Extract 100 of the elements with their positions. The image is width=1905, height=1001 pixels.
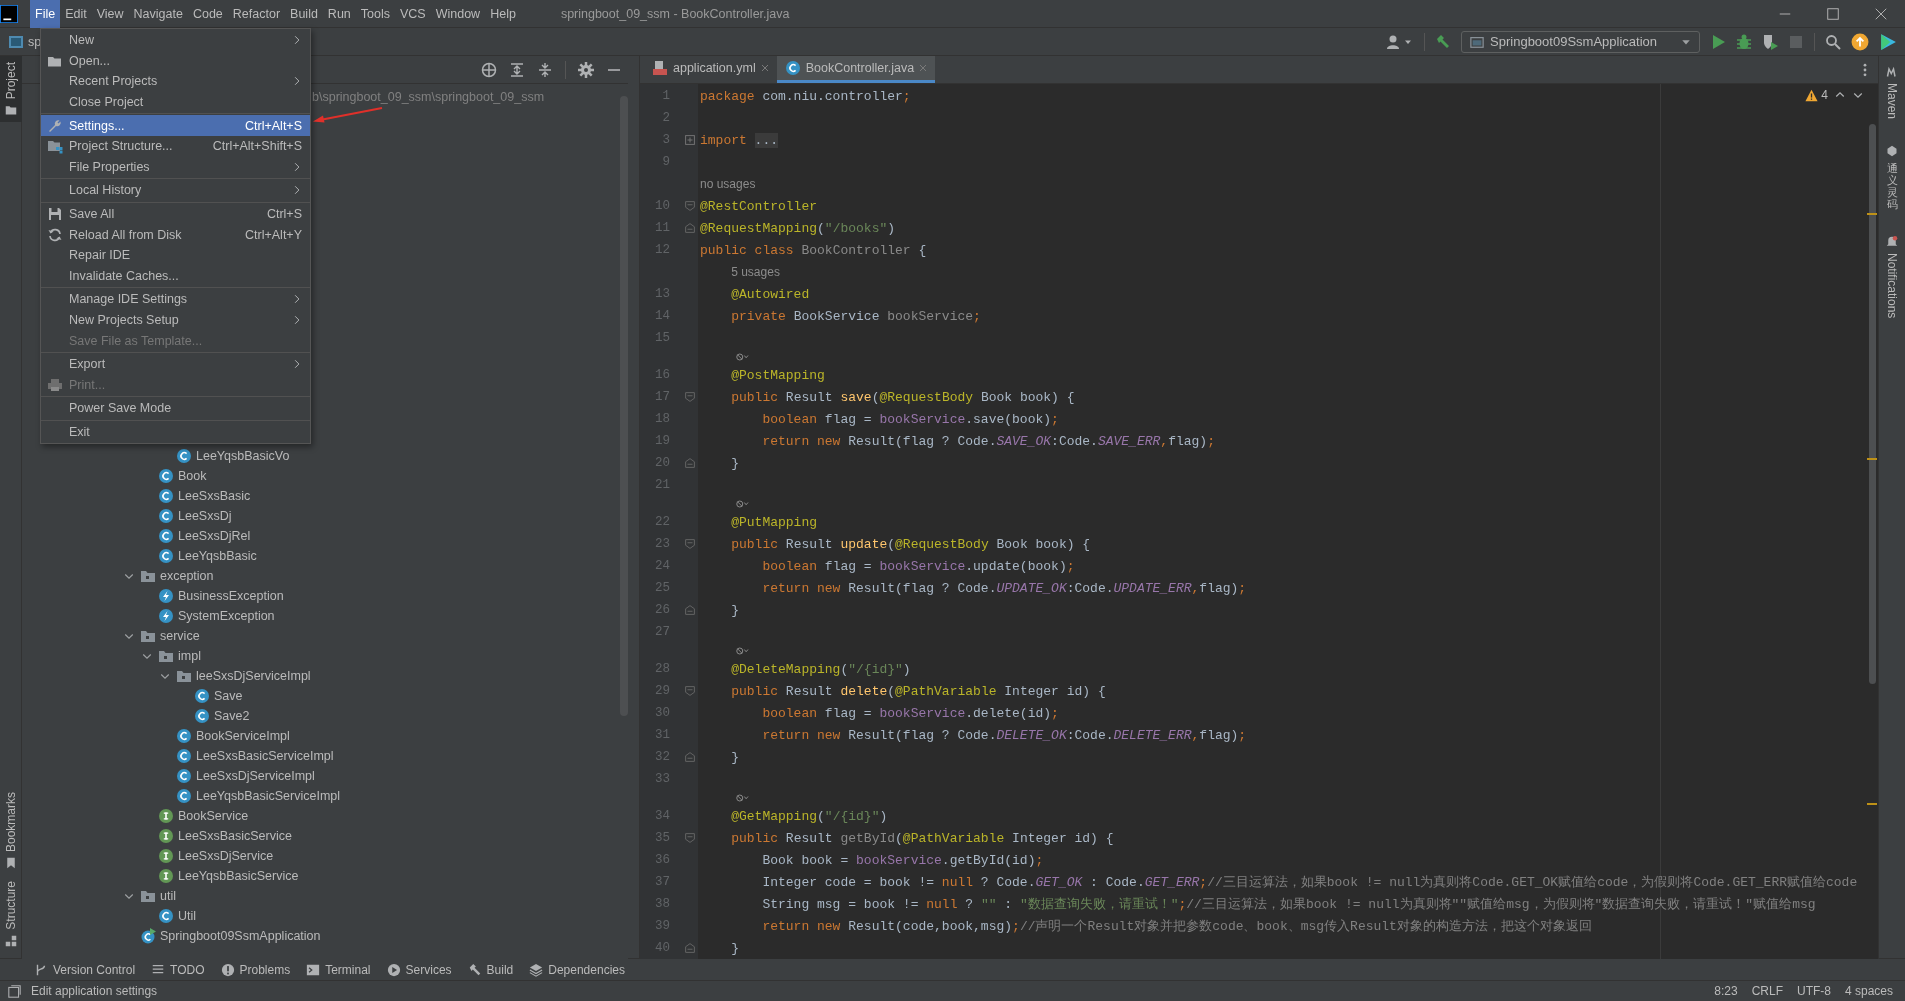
menu-item[interactable]: Open... [41, 50, 310, 72]
menu-item[interactable]: Tools [355, 0, 395, 28]
tool-window-tab[interactable]: 通义灵码 [1881, 139, 1903, 217]
tree-item[interactable]: util [160, 889, 176, 903]
menu-item[interactable]: VCS [395, 0, 431, 28]
menu-item[interactable]: Repair IDE [41, 244, 310, 266]
menu-item[interactable]: Reload All from Disk Ctrl+Alt+Y [41, 224, 310, 245]
usages-hint[interactable]: 5 usages [731, 265, 780, 279]
tool-window-tab[interactable]: Project [0, 56, 22, 123]
tree-item[interactable]: Util [178, 909, 197, 923]
scrollbar[interactable] [1869, 124, 1876, 684]
search-icon[interactable] [1825, 33, 1841, 50]
menu-item[interactable]: View [91, 0, 129, 28]
fold-marker-icon[interactable] [685, 943, 695, 953]
tool-window-button[interactable]: Build [467, 962, 514, 977]
tool-window-button[interactable]: Terminal [306, 962, 371, 977]
tree-item[interactable]: LeeSxsBasic [178, 489, 251, 503]
menu-item[interactable]: New [41, 30, 310, 51]
fold-marker-icon[interactable] [685, 605, 695, 615]
tool-window-button[interactable]: Dependencies [529, 962, 625, 977]
fold-marker-icon[interactable] [685, 135, 695, 145]
menu-item[interactable]: Build [285, 0, 323, 28]
menu-item[interactable]: Refactor [227, 0, 286, 28]
tree-item[interactable]: LeeYqsbBasicVo [196, 449, 290, 463]
tree-item[interactable]: LeeSxsDj [178, 509, 232, 523]
tree-item[interactable]: LeeSxsDjService [178, 849, 274, 863]
tool-window-button[interactable]: Services [386, 962, 452, 977]
menu-item[interactable]: Recent Projects [41, 71, 310, 92]
tree-item[interactable]: LeeYqsbBasicServiceImpl [196, 789, 341, 803]
tree-item[interactable]: SystemException [178, 609, 275, 623]
fold-marker-icon[interactable] [685, 458, 695, 468]
menu-item[interactable]: Edit [60, 0, 92, 28]
tree-item[interactable]: BusinessException [178, 589, 284, 603]
tree-item[interactable]: leeSxsDjServiceImpl [196, 669, 311, 683]
tree-item[interactable]: LeeSxsDjRel [178, 529, 251, 543]
bug-icon[interactable] [1736, 33, 1752, 50]
fold-marker-icon[interactable] [685, 201, 695, 211]
tool-window-tab[interactable]: Maven [1881, 60, 1903, 126]
fold-marker-icon[interactable] [685, 392, 695, 402]
tool-window-button[interactable]: Version Control [34, 962, 136, 977]
update-icon[interactable] [1851, 32, 1869, 51]
status-item[interactable]: CRLF [1751, 984, 1783, 998]
menu-item[interactable]: Navigate [128, 0, 188, 28]
tree-item[interactable]: LeeYqsbBasicService [178, 869, 299, 883]
menu-item[interactable]: Manage IDE Settings [41, 289, 310, 310]
tree-item[interactable]: LeeSxsDjServiceImpl [196, 769, 315, 783]
hammer-icon[interactable] [1435, 33, 1452, 50]
status-item[interactable]: 4 spaces [1844, 984, 1893, 998]
expand-all-icon[interactable] [509, 61, 525, 78]
tree-item[interactable]: exception [160, 569, 214, 583]
tree-item[interactable]: BookService [178, 809, 249, 823]
fold-marker-icon[interactable] [685, 752, 695, 762]
menu-item[interactable]: Run [322, 0, 356, 28]
tool-window-tab[interactable]: Bookmarks [0, 786, 22, 876]
run-icon[interactable] [1710, 33, 1726, 50]
menu-item[interactable]: Close Project [41, 91, 310, 113]
panel-toggle-icon[interactable] [8, 984, 21, 998]
menu-item[interactable]: New Projects Setup [41, 309, 310, 331]
menu-item[interactable]: Window [430, 0, 486, 28]
menu-item[interactable]: Project Structure... Ctrl+Alt+Shift+S [41, 135, 310, 157]
menu-item[interactable]: Local History [41, 180, 310, 201]
menu-item[interactable]: File [30, 0, 61, 28]
fold-marker-icon[interactable] [685, 833, 695, 843]
status-item[interactable]: UTF-8 [1796, 984, 1831, 998]
tree-item[interactable]: LeeYqsbBasic [178, 549, 257, 563]
tree-item[interactable]: impl [178, 649, 201, 663]
menu-item[interactable]: File Properties [41, 156, 310, 178]
tree-item[interactable]: Save2 [214, 709, 250, 723]
tree-item[interactable]: Book [178, 469, 207, 483]
fold-marker-icon[interactable] [685, 686, 695, 696]
menu-item[interactable]: Save All Ctrl+S [41, 203, 310, 225]
menu-item[interactable]: Exit [41, 421, 310, 443]
menu-item[interactable]: Help [485, 0, 521, 28]
editor-tab[interactable]: BookController.java [776, 56, 936, 83]
status-item[interactable]: 8:23 [1714, 984, 1738, 998]
tree-item[interactable]: BookServiceImpl [196, 729, 290, 743]
editor-tab[interactable]: application.yml [644, 56, 777, 83]
shield-run-icon[interactable] [1762, 33, 1778, 50]
tool-window-button[interactable]: Problems [220, 962, 291, 977]
plugin-logo-icon[interactable] [1879, 32, 1897, 51]
menu-item[interactable]: Export [41, 353, 310, 375]
locate-icon[interactable] [481, 61, 497, 78]
fold-marker-icon[interactable] [685, 223, 695, 233]
fold-marker-icon[interactable] [685, 539, 695, 549]
tree-item[interactable]: LeeSxsBasicServiceImpl [196, 749, 334, 763]
menu-item[interactable]: Settings... Ctrl+Alt+S [41, 115, 310, 136]
gear-icon[interactable] [578, 61, 594, 78]
tree-item[interactable]: LeeSxsBasicService [178, 829, 292, 843]
tree-item[interactable]: Save [214, 689, 243, 703]
run-configuration-dropdown[interactable]: Springboot09SsmApplication [1461, 30, 1700, 53]
menu-item[interactable]: Power Save Mode [41, 398, 310, 419]
tree-item[interactable]: service [160, 629, 200, 643]
usages-hint[interactable]: no usages [700, 177, 756, 191]
collapse-all-icon[interactable] [537, 61, 553, 78]
tool-window-button[interactable]: TODO [151, 962, 205, 977]
tool-window-tab[interactable]: Structure [0, 875, 22, 953]
menu-item[interactable]: Code [187, 0, 228, 28]
tree-item[interactable]: Springboot09SsmApplication [160, 929, 321, 943]
menu-item[interactable]: Invalidate Caches... [41, 265, 310, 287]
warning-count[interactable]: 4 [1805, 88, 1828, 102]
